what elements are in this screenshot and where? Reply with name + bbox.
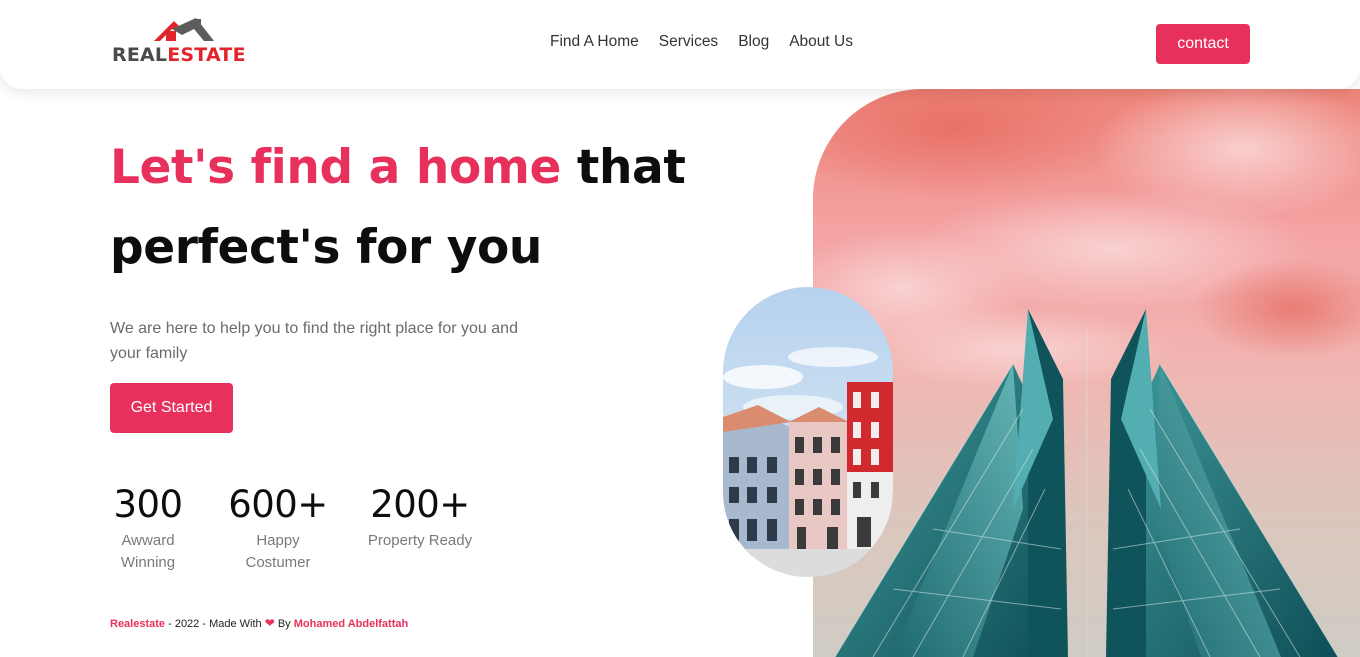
footer-author[interactable]: Mohamed Abdelfattah xyxy=(294,618,409,630)
get-started-button[interactable]: Get Started xyxy=(110,383,233,433)
footer-brand[interactable]: Realestate xyxy=(110,618,165,630)
logo-text-estate: ESTATE xyxy=(167,44,246,66)
heart-icon: ❤ xyxy=(264,616,275,630)
nav-about-us[interactable]: About Us xyxy=(789,33,853,51)
house-roof-icon xyxy=(154,18,214,41)
stat-label: Happy Costumer xyxy=(245,532,311,571)
stat-label: Awward Winning xyxy=(120,532,176,571)
stat-value: 200+ xyxy=(370,483,470,526)
stat-value: 300 xyxy=(113,483,183,526)
nav-blog[interactable]: Blog xyxy=(738,33,769,51)
stat-properties: 200+ Property Ready xyxy=(360,482,480,552)
hero-subtitle: We are here to help you to find the righ… xyxy=(110,320,518,362)
hero-building-image xyxy=(813,89,1360,657)
header: REALESTATE Find A Home Services Blog Abo… xyxy=(0,0,1360,89)
footer-middle: - 2022 - Made With xyxy=(165,618,265,630)
logo-text: REALESTATE xyxy=(112,44,246,66)
logo[interactable]: REALESTATE xyxy=(112,17,262,67)
hero-title: Let's find a home that perfect's for you xyxy=(110,128,730,288)
stat-label: Property Ready xyxy=(367,532,473,549)
stat-customers: 600+ Happy Costumer xyxy=(218,482,338,574)
stat-awards: 300 Awward Winning xyxy=(93,482,203,574)
townhouses-image xyxy=(723,287,893,577)
stat-value: 600+ xyxy=(228,483,328,526)
footer-by: By xyxy=(274,618,294,630)
nav-find-a-home[interactable]: Find A Home xyxy=(550,33,639,51)
nav-services[interactable]: Services xyxy=(659,33,718,51)
hero-title-accent: Let's find a home xyxy=(110,140,561,195)
main-nav: Find A Home Services Blog About Us xyxy=(550,33,853,51)
page: REALESTATE Find A Home Services Blog Abo… xyxy=(0,0,1360,657)
logo-text-real: REAL xyxy=(112,44,168,66)
footer-credit: Realestate - 2022 - Made With ❤ By Moham… xyxy=(110,616,408,630)
contact-button[interactable]: contact xyxy=(1156,24,1250,64)
